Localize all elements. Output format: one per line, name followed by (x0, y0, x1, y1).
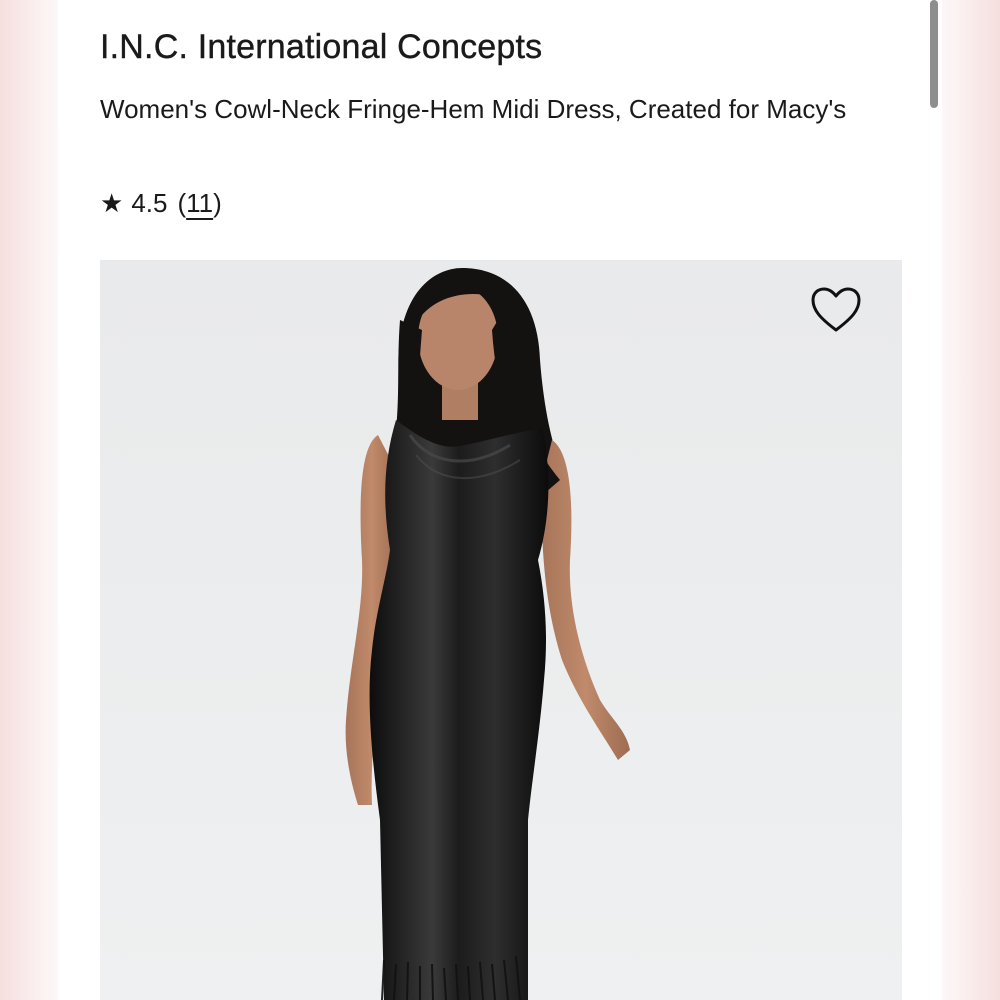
rating-open-paren: ( (177, 188, 187, 218)
product-page: I.N.C. International Concepts Women's Co… (58, 0, 942, 1000)
product-rating: ★ 4.5 ( 11 ) (100, 188, 222, 219)
rating-close-paren: ) (213, 188, 222, 218)
model-photo (100, 260, 902, 1000)
scrollbar-thumb[interactable] (930, 0, 938, 108)
product-title: Women's Cowl-Neck Fringe-Hem Midi Dress,… (100, 94, 847, 124)
product-image[interactable] (100, 260, 902, 1000)
review-count-link[interactable]: 11 (186, 188, 213, 219)
brand-name[interactable]: I.N.C. International Concepts (100, 28, 543, 67)
star-icon: ★ (100, 188, 124, 218)
heart-outline-icon[interactable] (810, 286, 862, 334)
rating-value: 4.5 (131, 188, 168, 218)
